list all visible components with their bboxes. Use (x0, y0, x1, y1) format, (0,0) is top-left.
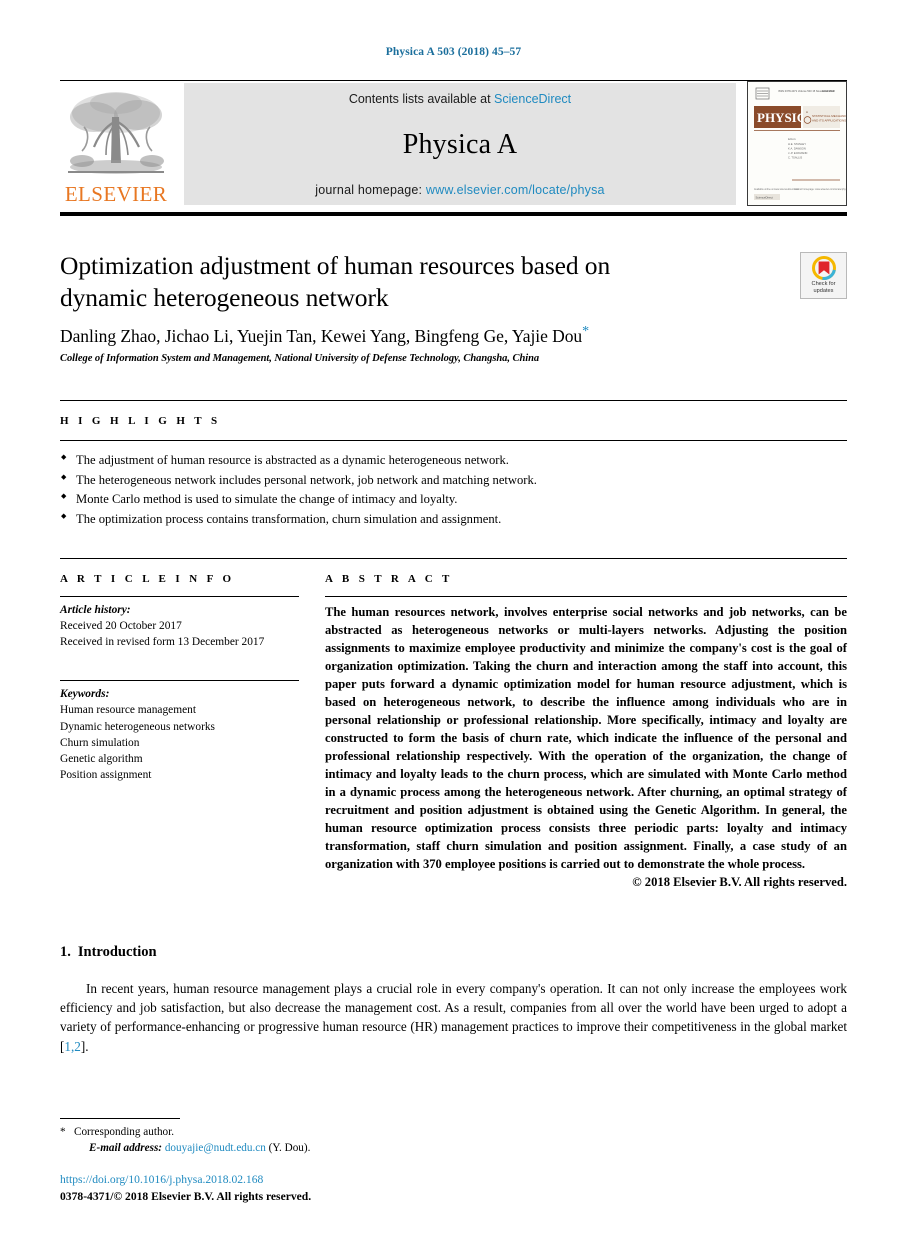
article-info-column: A R T I C L E I N F O Article history: R… (60, 573, 299, 890)
elsevier-wordmark: ELSEVIER (64, 182, 168, 206)
keyword-item: Churn simulation (60, 736, 140, 749)
section-heading-introduction: 1. Introduction (60, 944, 847, 961)
list-item: Monte Carlo method is used to simulate t… (60, 490, 847, 510)
corresponding-author-note: * Corresponding author. (60, 1124, 847, 1140)
keyword-item: Position assignment (60, 769, 152, 782)
abstract-column: A B S T R A C T The human resources netw… (325, 573, 847, 890)
svg-text:J.-P. ECKMANN: J.-P. ECKMANN (788, 151, 807, 155)
svg-text:Editors: Editors (788, 138, 797, 141)
article-page: Physica A 503 (2018) 45–57 ELSEVIER Cont… (0, 0, 907, 1238)
author-list: Danling Zhao, Jichao Li, Yuejin Tan, Kew… (60, 324, 847, 347)
svg-text:K.A. DAWSON: K.A. DAWSON (788, 147, 806, 151)
journal-title: Physica A (402, 128, 518, 160)
svg-text:ELSEVIER: ELSEVIER (822, 89, 835, 93)
svg-text:C. TSALLIS: C. TSALLIS (788, 156, 802, 160)
paragraph-text-part1: In recent years, human resource manageme… (60, 980, 847, 1054)
corresponding-author-text: Corresponding author. (74, 1125, 175, 1138)
article-history: Article history: Received 20 October 201… (60, 602, 299, 651)
highlights-top-rule (60, 400, 847, 402)
abstract-heading: A B S T R A C T (325, 572, 453, 585)
journal-cover-image: ISSN 0378-4371 Volume 503 15 November 20… (748, 82, 846, 205)
affiliation: College of Information System and Manage… (60, 353, 540, 365)
article-history-received: Received 20 October 2017 (60, 619, 182, 632)
highlights-heading-rule (60, 440, 847, 442)
keyword-item: Genetic algorithm (60, 752, 143, 765)
svg-text:Journal homepage: www.elsevier: Journal homepage: www.elsevier.com/locat… (794, 188, 846, 191)
list-item: The adjustment of human resource is abst… (60, 451, 847, 471)
highlights-list: The adjustment of human resource is abst… (60, 451, 847, 530)
svg-text:ScienceDirect: ScienceDirect (756, 195, 773, 199)
running-head: Physica A 503 (2018) 45–57 (385, 46, 522, 58)
section-title: Introduction (77, 943, 157, 960)
introduction-section: 1. Introduction In recent years, human re… (60, 944, 847, 1057)
email-label: E-mail address: (89, 1141, 163, 1154)
svg-text:H.E. STANLEY: H.E. STANLEY (788, 142, 806, 146)
keywords-list: Keywords: Human resource management Dyna… (60, 686, 299, 783)
svg-text:A: A (806, 110, 808, 114)
contents-prefix: Contents lists available at (348, 92, 491, 106)
email-suffix: (Y. Dou). (268, 1141, 311, 1154)
section-number: 1. (60, 943, 71, 960)
crossmark-line-1: Check for (811, 281, 836, 287)
citation-link[interactable]: 1,2 (64, 1039, 80, 1054)
doi-link[interactable]: https://doi.org/10.1016/j.physa.2018.02.… (60, 1172, 311, 1189)
article-history-revised: Received in revised form 13 December 201… (60, 635, 265, 648)
article-info-rule (60, 595, 299, 597)
crossmark-icon (811, 256, 836, 280)
journal-homepage-line: journal homepage: www.elsevier.com/locat… (315, 183, 604, 197)
title-block: Check for updates Optimization adjustmen… (60, 250, 847, 364)
article-history-label: Article history: (60, 603, 131, 616)
issn-copyright-line: 0378-4371/© 2018 Elsevier B.V. All right… (60, 1190, 312, 1204)
footnote-block: * Corresponding author. E-mail address: d… (60, 1117, 847, 1156)
svg-text:Available online at www.scienc: Available online at www.sciencedirect.co… (754, 188, 799, 191)
abstract-text: The human resources network, involves en… (325, 604, 847, 871)
page-title: Optimization adjustment of human resourc… (60, 251, 611, 312)
keywords-rule (60, 680, 299, 682)
abstract-copyright: © 2018 Elsevier B.V. All rights reserved… (632, 874, 847, 889)
masthead-divider (60, 212, 847, 216)
footnote-star-marker: * (60, 1125, 66, 1138)
list-item: The optimization process contains transf… (60, 510, 847, 530)
list-item: The heterogeneous network includes perso… (60, 471, 847, 491)
author-names: Danling Zhao, Jichao Li, Yuejin Tan, Kew… (60, 326, 583, 347)
sciencedirect-link[interactable]: ScienceDirect (494, 92, 571, 106)
journal-masthead: ELSEVIER Contents lists available at Sci… (60, 80, 847, 206)
keywords-label: Keywords: (60, 688, 110, 701)
keyword-item: Human resource management (60, 704, 196, 717)
highlights-section: H I G H L I G H T S The adjustment of hu… (60, 400, 847, 530)
journal-homepage-link[interactable]: www.elsevier.com/locate/physa (426, 183, 605, 197)
journal-band: Contents lists available at ScienceDirec… (184, 83, 736, 205)
journal-cover-thumbnail: ISSN 0378-4371 Volume 503 15 November 20… (747, 81, 847, 206)
email-note: E-mail address: douyajie@nudt.edu.cn (Y.… (60, 1140, 847, 1156)
elsevier-tree-icon (68, 92, 164, 174)
footnote-rule (60, 1117, 180, 1119)
corresponding-author-marker: * (582, 324, 590, 340)
email-link[interactable]: douyajie@nudt.edu.cn (165, 1142, 266, 1154)
svg-text:AND ITS APPLICATIONS: AND ITS APPLICATIONS (812, 119, 846, 123)
svg-text:STATISTICAL MECHANICS: STATISTICAL MECHANICS (812, 114, 846, 118)
introduction-paragraph: In recent years, human resource manageme… (60, 979, 847, 1057)
abstract-rule (325, 595, 847, 597)
contents-available-line: Contents lists available at ScienceDirec… (349, 92, 571, 106)
highlights-heading: H I G H L I G H T S (60, 415, 221, 428)
homepage-prefix: journal homepage: (315, 183, 423, 197)
article-info-heading: A R T I C L E I N F O (60, 572, 235, 585)
crossmark-badge[interactable]: Check for updates (800, 252, 847, 299)
crossmark-line-2: updates (813, 287, 834, 294)
imprint-block: https://doi.org/10.1016/j.physa.2018.02.… (60, 1172, 311, 1206)
info-abstract-region: A R T I C L E I N F O Article history: R… (60, 557, 847, 890)
paragraph-text-part2: ]. (80, 1038, 89, 1054)
keywords-block: Keywords: Human resource management Dyna… (60, 680, 299, 783)
crossmark-label: Check for updates (812, 281, 836, 295)
keyword-item: Dynamic heterogeneous networks (60, 720, 215, 733)
elsevier-logo: ELSEVIER (60, 81, 172, 206)
